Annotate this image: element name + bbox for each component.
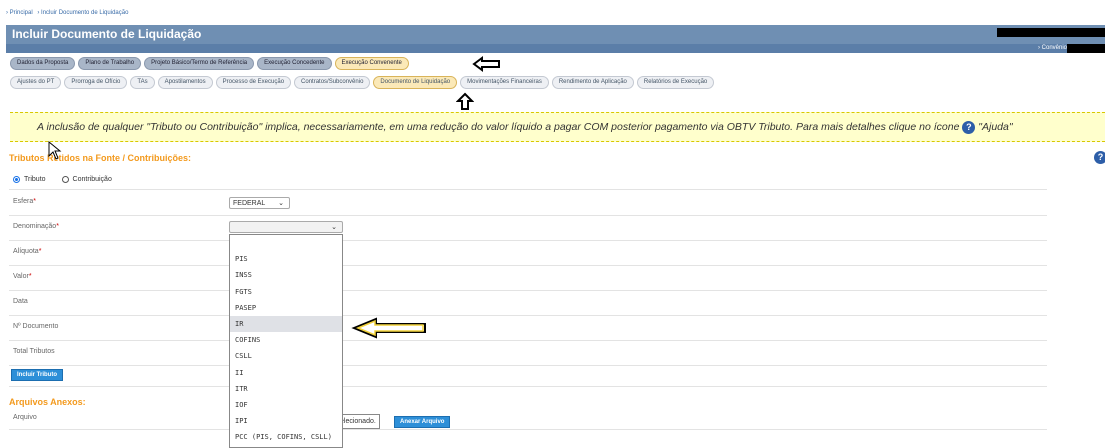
radio-contribuicao[interactable] [61,176,69,183]
row-aliquota: Alíquota* [9,240,1047,266]
notice-banner: A inclusão de qualquer "Tributo ou Contr… [10,112,1105,142]
dropdown-option[interactable]: PASEP [230,300,342,316]
row-total: Total Tributos [9,340,1047,366]
page-title: Incluir Documento de Liquidação [6,25,1105,44]
dropdown-option-blank[interactable] [230,235,342,251]
row-denominacao: Denominação* [9,215,1047,241]
tabs-row-main: Dados da Proposta Plano de Trabalho Proj… [10,57,412,70]
tab-execucao-convenente[interactable]: Execução Convenente [334,57,409,70]
section-anexos-title: Arquivos Anexos: [9,397,86,407]
dropdown-option[interactable]: PCC (PIS, COFINS, CSLL) [230,429,342,445]
dropdown-option[interactable]: INSS [230,267,342,283]
valor-label: Valor [13,273,29,280]
tab-projeto-basico[interactable]: Projeto Básico/Termo de Referência [144,57,255,70]
total-label: Total Tributos [13,348,55,355]
left-arrow-icon-dropdown [351,317,426,339]
tab-execucao-concedente[interactable]: Execução Concedente [257,57,332,70]
dropdown-option[interactable]: ITR [230,381,342,397]
row-arquivo: Arquivo [9,407,1047,430]
dropdown-option[interactable]: IPI [230,413,342,429]
tab-ajustes-pt[interactable]: Ajustes do PT [10,76,62,89]
data-label: Data [13,298,28,305]
redaction-bar-2 [1067,44,1105,53]
arquivo-label: Arquivo [13,414,37,421]
radio-tributo-label: Tributo [24,176,46,183]
denominacao-label: Denominação [13,223,57,230]
tab-dados-proposta[interactable]: Dados da Proposta [10,57,76,70]
help-icon[interactable]: ? [962,120,976,134]
dropdown-option[interactable]: FGTS [230,284,342,300]
chevron-down-icon: ⌄ [331,224,337,231]
left-arrow-icon [472,56,500,72]
notice-text: A inclusão de qualquer "Tributo ou Contr… [37,121,960,133]
breadcrumb: › Principal › Incluir Documento de Liqui… [6,10,131,16]
denominacao-select[interactable]: ⌄ [229,221,343,233]
tab-contratos[interactable]: Contratos/Subconvênio [294,76,371,89]
radio-tributo[interactable] [13,176,20,183]
incluir-tributo-button[interactable]: Incluir Tributo [11,369,63,381]
row-esfera: Esfera* [9,190,1047,216]
mouse-cursor-icon [48,141,62,160]
breadcrumb-principal[interactable]: › Principal [6,10,33,16]
radio-group: Tributo Contribuição [13,176,112,183]
divider-2 [9,386,1047,387]
dropdown-option[interactable]: COFINS [230,332,342,348]
tabs-row-sub: Ajustes do PT Prorroga de Ofício TAs Apo… [10,76,717,89]
tab-movimentacoes[interactable]: Movimentações Financeiras [460,76,549,89]
row-documento: Nº Documento [9,315,1047,341]
section-tributos-title: Tributos Retidos na Fonte / Contribuiçõe… [9,153,192,163]
notice-ajuda: "Ajuda" [978,121,1013,133]
row-valor: Valor* [9,265,1047,291]
dropdown-option[interactable]: CSLL [230,348,342,364]
tab-plano-trabalho[interactable]: Plano de Trabalho [78,57,142,70]
breadcrumb-current[interactable]: › Incluir Documento de Liquidação [37,10,128,16]
dropdown-option[interactable]: IOF [230,397,342,413]
dropdown-option[interactable]: PIS [230,251,342,267]
aliquota-label: Alíquota [13,248,39,255]
tab-apostilamentos[interactable]: Apostilamentos [157,76,213,89]
esfera-select[interactable]: FEDERAL ⌄ [229,197,290,209]
tab-processo-execucao[interactable]: Processo de Execução [215,76,292,89]
up-arrow-icon [456,92,474,110]
redaction-bar [997,28,1105,37]
header-subbar [6,44,1105,53]
tab-rendimento[interactable]: Rendimento de Aplicação [551,76,634,89]
esfera-label: Esfera [13,198,34,205]
help-icon-right[interactable]: ? [1094,151,1105,164]
anexar-arquivo-button[interactable]: Anexar Arquivo [394,416,451,428]
tab-documento-liquidacao[interactable]: Documento de Liquidação [373,76,458,89]
radio-contribuicao-label: Contribuição [72,176,112,183]
row-data: Data [9,290,1047,316]
dropdown-option-highlighted[interactable]: IR [230,315,342,333]
documento-label: Nº Documento [13,323,59,330]
denominacao-dropdown-list: PIS INSS FGTS PASEP IR COFINS CSLL II IT… [229,234,343,448]
tab-tas[interactable]: TAs [130,76,155,89]
dropdown-option[interactable]: II [230,365,342,381]
tab-relatorios[interactable]: Relatórios de Execução [636,76,715,89]
convenio-label: › Convênio [1037,45,1067,51]
tab-prorroga[interactable]: Prorroga de Ofício [64,76,128,89]
